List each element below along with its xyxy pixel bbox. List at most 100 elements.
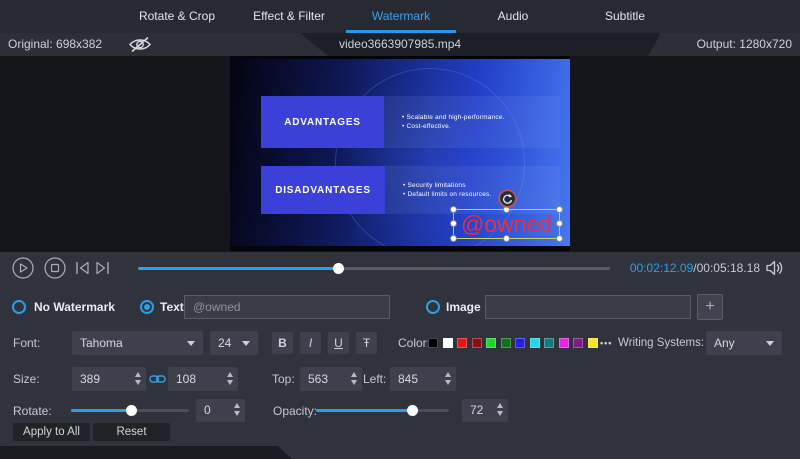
no-watermark-label[interactable]: No Watermark	[34, 292, 115, 322]
original-size-label: Original: 698x382	[8, 33, 102, 56]
color-swatch[interactable]	[573, 338, 583, 348]
color-swatch[interactable]	[515, 338, 525, 348]
strikethrough-button[interactable]: Ŧ	[356, 332, 377, 354]
color-swatch[interactable]	[486, 338, 496, 348]
watermark-text-overlay[interactable]: @owned	[454, 210, 559, 238]
resize-handle-top-right[interactable]	[556, 206, 563, 213]
spinner-arrows-icon[interactable]	[227, 372, 233, 385]
height-spinner[interactable]: 108	[168, 367, 238, 391]
color-swatch[interactable]	[544, 338, 554, 348]
opacity-value: 72	[470, 399, 483, 422]
apply-to-all-button[interactable]: Apply to All	[13, 423, 90, 441]
color-swatch[interactable]	[457, 338, 467, 348]
top-value: 563	[308, 367, 328, 391]
writing-systems-value: Any	[714, 331, 735, 355]
spinner-arrows-icon[interactable]	[234, 403, 240, 416]
slide-advantages-title: ADVANTAGES	[284, 117, 361, 128]
tab-label: Effect & Filter	[253, 9, 325, 23]
italic-button[interactable]: I	[300, 332, 321, 354]
timeline-progress	[138, 267, 339, 270]
watermark-image-input[interactable]	[485, 295, 691, 319]
spinner-arrows-icon[interactable]	[135, 372, 141, 385]
opacity-spinner[interactable]: 72	[462, 399, 508, 422]
bold-button[interactable]: B	[272, 332, 293, 354]
speaker-icon[interactable]	[765, 260, 783, 276]
resize-handle-middle-right[interactable]	[556, 220, 563, 227]
tab-bar: Rotate & Crop Effect & Filter Watermark …	[0, 0, 800, 33]
resize-handle-bottom-left[interactable]	[450, 235, 457, 242]
rotate-label: Rotate:	[13, 396, 52, 426]
rotate-handle-icon[interactable]	[498, 189, 517, 208]
spinner-arrows-icon[interactable]	[445, 372, 451, 385]
tab-label: Subtitle	[605, 9, 645, 23]
stop-button[interactable]	[44, 257, 66, 279]
font-size-dropdown[interactable]: 24	[210, 331, 258, 355]
color-swatch[interactable]	[443, 338, 453, 348]
resize-handle-top-left[interactable]	[450, 206, 457, 213]
current-time: 00:02:12.09	[630, 261, 693, 275]
color-swatches	[428, 338, 598, 348]
opacity-label: Opacity:	[273, 396, 317, 426]
writing-systems-dropdown[interactable]: Any	[706, 331, 782, 355]
no-watermark-radio[interactable]	[12, 300, 26, 314]
color-swatch[interactable]	[428, 338, 438, 348]
rotate-value: 0	[204, 399, 211, 422]
tab-watermark[interactable]: Watermark	[345, 0, 457, 33]
add-image-button[interactable]: +	[697, 294, 723, 320]
link-dimensions-icon[interactable]	[149, 373, 166, 385]
video-preview-area: ADVANTAGES • Scalable and high-performan…	[0, 56, 800, 252]
reset-button[interactable]: Reset	[93, 423, 170, 441]
rotate-slider-thumb[interactable]	[126, 405, 137, 416]
chevron-down-icon	[766, 341, 774, 346]
left-label: Left:	[363, 363, 386, 395]
color-swatch[interactable]	[501, 338, 511, 348]
watermark-text-input[interactable]	[184, 295, 390, 319]
output-size-panel: Output: 1280x720	[648, 33, 800, 56]
next-frame-button[interactable]	[95, 261, 110, 275]
color-swatch[interactable]	[530, 338, 540, 348]
underline-button[interactable]: U	[328, 332, 349, 354]
timeline-slider[interactable]	[138, 252, 610, 284]
resize-handle-middle-left[interactable]	[450, 220, 457, 227]
color-swatch[interactable]	[559, 338, 569, 348]
resize-handle-bottom-middle[interactable]	[503, 235, 510, 242]
watermark-editor-window: Rotate & Crop Effect & Filter Watermark …	[0, 0, 800, 459]
font-family-value: Tahoma	[80, 331, 123, 355]
slide-disadvantages-box: DISADVANTAGES	[261, 166, 385, 214]
width-spinner[interactable]: 389	[72, 367, 146, 391]
opacity-slider-thumb[interactable]	[407, 405, 418, 416]
play-button[interactable]	[12, 257, 34, 279]
tab-rotate-crop[interactable]: Rotate & Crop	[121, 0, 233, 33]
timeline-thumb[interactable]	[333, 263, 344, 274]
rotate-spinner[interactable]: 0	[196, 399, 245, 422]
slide-bullet: • Scalable and high-performance.	[402, 114, 560, 121]
rotate-slider[interactable]	[71, 396, 189, 426]
tab-audio[interactable]: Audio	[457, 0, 569, 33]
output-size-label: Output: 1280x720	[697, 33, 792, 56]
text-watermark-radio[interactable]	[140, 300, 154, 314]
image-watermark-radio[interactable]	[426, 300, 440, 314]
font-family-dropdown[interactable]: Tahoma	[72, 331, 203, 355]
slide-advantages-bullets: • Scalable and high-performance. • Cost-…	[384, 96, 560, 148]
more-colors-button[interactable]: •••	[600, 327, 612, 359]
tab-subtitle[interactable]: Subtitle	[569, 0, 681, 33]
resize-handle-bottom-right[interactable]	[556, 235, 563, 242]
eye-off-icon[interactable]	[127, 36, 153, 53]
transport-bar: 00:02:12.09/00:05:18.18	[0, 252, 800, 284]
spinner-arrows-icon[interactable]	[351, 372, 357, 385]
slide-bullet: • Default limits on resources.	[403, 191, 560, 198]
tab-label: Audio	[498, 9, 529, 23]
opacity-slider[interactable]	[316, 396, 449, 426]
left-spinner[interactable]: 845	[390, 367, 456, 391]
watermark-selection-box[interactable]: @owned	[453, 209, 560, 239]
image-watermark-label[interactable]: Image	[446, 292, 481, 322]
text-watermark-label[interactable]: Text	[160, 292, 184, 322]
tab-label: Watermark	[372, 9, 430, 23]
tab-effect-filter[interactable]: Effect & Filter	[233, 0, 345, 33]
top-spinner[interactable]: 563	[300, 367, 362, 391]
spinner-arrows-icon[interactable]	[497, 403, 503, 416]
color-swatch[interactable]	[588, 338, 598, 348]
color-swatch[interactable]	[472, 338, 482, 348]
opacity-slider-fill	[316, 409, 413, 412]
previous-frame-button[interactable]	[75, 261, 90, 275]
